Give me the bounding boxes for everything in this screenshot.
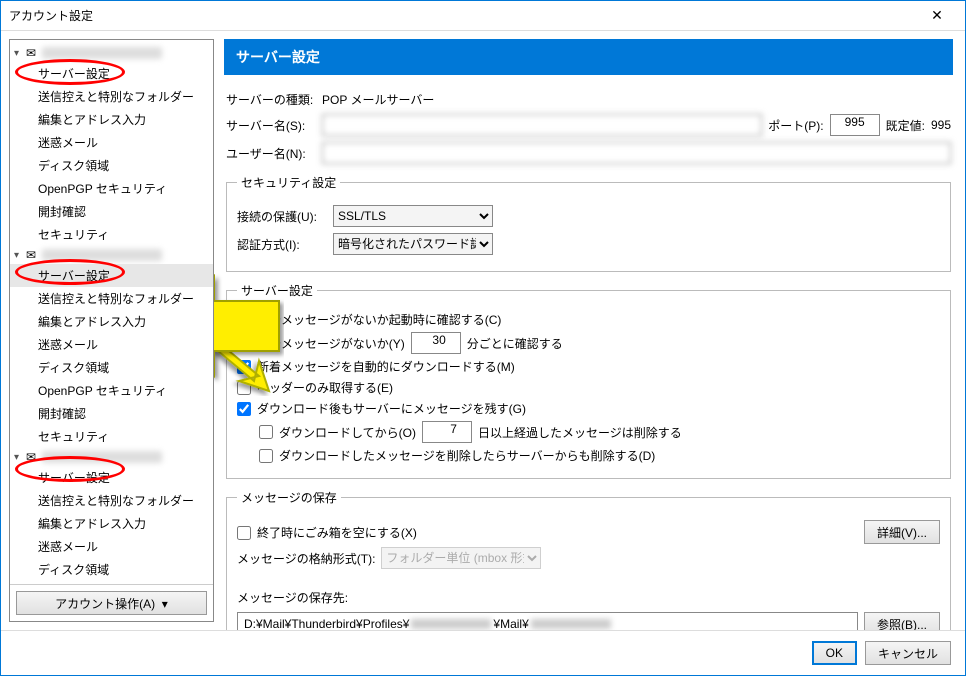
tree-item[interactable]: 開封確認 — [10, 402, 213, 425]
storage-format-label: メッセージの格納形式(T): — [237, 550, 375, 567]
tree-item[interactable]: 編集とアドレス入力 — [10, 512, 213, 535]
tree-item[interactable]: OpenPGP セキュリティ — [10, 177, 213, 200]
tree-item[interactable]: 迷惑メール — [10, 535, 213, 558]
check-startup-label: 新着メッセージがないか起動時に確認する(C) — [257, 311, 501, 328]
port-input[interactable]: 995 — [830, 114, 880, 136]
tree-item[interactable]: ディスク領域 — [10, 558, 213, 581]
tree-item[interactable]: ディスク領域 — [10, 154, 213, 177]
server-legend: サーバー設定 — [237, 282, 317, 299]
account-row[interactable]: ▾ ✉ — [10, 448, 213, 466]
user-name-label: ユーザー名(N): — [226, 145, 316, 162]
tree-item-server-settings[interactable]: サーバー設定 — [10, 264, 213, 287]
cancel-button[interactable]: キャンセル — [865, 641, 951, 665]
leave-on-server-label: ダウンロード後もサーバーにメッセージを残す(G) — [257, 400, 526, 417]
panel-title: サーバー設定 — [224, 39, 953, 75]
tree-item[interactable]: 編集とアドレス入力 — [10, 310, 213, 333]
server-fieldset: サーバー設定 新着メッセージがないか起動時に確認する(C) 新着メッセージがない… — [226, 282, 951, 479]
auto-download-checkbox[interactable] — [237, 360, 251, 374]
tree-item[interactable]: セキュリティ — [10, 223, 213, 246]
server-type-label: サーバーの種類: — [226, 91, 316, 108]
tree-item[interactable]: OpenPGP セキュリティ — [10, 581, 213, 584]
auth-method-select[interactable]: 暗号化されたパスワード認証 — [333, 233, 493, 255]
window-title: アカウント設定 — [9, 7, 917, 24]
tree-item[interactable]: ディスク領域 — [10, 356, 213, 379]
tree-item[interactable]: 迷惑メール — [10, 333, 213, 356]
browse-button[interactable]: 参照(B)... — [864, 612, 940, 630]
delete-after-days-label: ダウンロードしてから(O) — [279, 424, 416, 441]
user-name-input[interactable] — [322, 142, 951, 164]
account-action-bar: アカウント操作(A) ▾ — [10, 584, 213, 621]
delete-after-days-input[interactable]: 7 — [422, 421, 472, 443]
server-name-input[interactable] — [322, 114, 762, 136]
header-only-label: ヘッダーのみ取得する(E) — [257, 379, 393, 396]
account-action-button[interactable]: アカウント操作(A) ▾ — [16, 591, 207, 615]
close-icon[interactable]: ✕ — [917, 7, 957, 24]
tree-item[interactable]: 開封確認 — [10, 200, 213, 223]
delete-after-days-suffix: 日以上経過したメッセージは削除する — [478, 424, 682, 441]
detail-button[interactable]: 詳細(V)... — [864, 520, 940, 544]
connection-security-label: 接続の保護(U): — [237, 208, 327, 225]
titlebar: アカウント設定 ✕ — [1, 1, 965, 31]
default-port-value: 995 — [931, 118, 951, 132]
check-interval-input[interactable]: 30 — [411, 332, 461, 354]
server-name-label: サーバー名(S): — [226, 117, 316, 134]
account-tree[interactable]: ▾ ✉ サーバー設定 送信控えと特別なフォルダー 編集とアドレス入力 迷惑メール… — [10, 40, 213, 584]
sync-delete-checkbox[interactable] — [259, 449, 273, 463]
chevron-down-icon[interactable]: ▾ — [14, 452, 26, 463]
header-only-checkbox[interactable] — [237, 381, 251, 395]
delete-after-days-checkbox[interactable] — [259, 425, 273, 439]
chevron-down-icon[interactable]: ▾ — [14, 250, 26, 261]
server-type-value: POP メールサーバー — [322, 91, 434, 108]
check-interval-label: 新着メッセージがないか(Y) — [257, 335, 405, 352]
security-fieldset: セキュリティ設定 接続の保護(U): SSL/TLS 認証方式(I): 暗号化さ… — [226, 174, 951, 272]
security-legend: セキュリティ設定 — [237, 174, 340, 191]
empty-trash-checkbox[interactable] — [237, 526, 251, 540]
tree-item[interactable]: OpenPGP セキュリティ — [10, 379, 213, 402]
account-settings-window: アカウント設定 ✕ ▾ ✉ サーバー設定 送信控えと特別なフォルダー 編集とアド… — [0, 0, 966, 676]
tree-item[interactable]: 送信控えと特別なフォルダー — [10, 85, 213, 108]
storage-format-select: フォルダー単位 (mbox 形式) — [381, 547, 541, 569]
mail-icon: ✉ — [26, 450, 42, 464]
check-interval-suffix: 分ごとに確認する — [467, 335, 563, 352]
tree-item[interactable]: 送信控えと特別なフォルダー — [10, 489, 213, 512]
connection-security-select[interactable]: SSL/TLS — [333, 205, 493, 227]
account-name-redacted — [42, 47, 162, 59]
ok-button[interactable]: OK — [812, 641, 857, 665]
empty-trash-label: 終了時にごみ箱を空にする(X) — [257, 524, 417, 541]
account-row[interactable]: ▾ ✉ — [10, 246, 213, 264]
sync-delete-label: ダウンロードしたメッセージを削除したらサーバーからも削除する(D) — [279, 447, 655, 464]
dialog-footer: OK キャンセル — [1, 630, 965, 675]
server-settings-panel: サーバー設定 サーバーの種類: POP メールサーバー サーバー名(S): ポー… — [214, 31, 965, 630]
chevron-down-icon[interactable]: ▾ — [14, 48, 26, 59]
leave-on-server-checkbox[interactable] — [237, 402, 251, 416]
tree-item[interactable]: 迷惑メール — [10, 131, 213, 154]
tree-item[interactable]: 編集とアドレス入力 — [10, 108, 213, 131]
check-interval-checkbox[interactable] — [237, 336, 251, 350]
tree-item-server-settings[interactable]: サーバー設定 — [10, 62, 213, 85]
account-row[interactable]: ▾ ✉ — [10, 44, 213, 62]
mail-icon: ✉ — [26, 248, 42, 262]
default-port-label: 既定値: — [886, 117, 925, 134]
auto-download-label: 新着メッセージを自動的にダウンロードする(M) — [257, 358, 515, 375]
storage-legend: メッセージの保存 — [237, 489, 341, 506]
storage-fieldset: メッセージの保存 終了時にごみ箱を空にする(X) メッセージの格納形式(T): … — [226, 489, 951, 630]
mail-icon: ✉ — [26, 46, 42, 60]
storage-path-label: メッセージの保存先: — [237, 589, 940, 606]
storage-path-input[interactable]: D:¥Mail¥Thunderbird¥Profiles¥¥Mail¥ — [237, 612, 858, 630]
check-startup-checkbox[interactable] — [237, 313, 251, 327]
tree-item[interactable]: 送信控えと特別なフォルダー — [10, 287, 213, 310]
tree-item-server-settings[interactable]: サーバー設定 — [10, 466, 213, 489]
tree-item[interactable]: セキュリティ — [10, 425, 213, 448]
auth-method-label: 認証方式(I): — [237, 236, 327, 253]
account-name-redacted — [42, 451, 162, 463]
port-label: ポート(P): — [768, 117, 823, 134]
account-name-redacted — [42, 249, 162, 261]
account-tree-sidebar: ▾ ✉ サーバー設定 送信控えと特別なフォルダー 編集とアドレス入力 迷惑メール… — [9, 39, 214, 622]
